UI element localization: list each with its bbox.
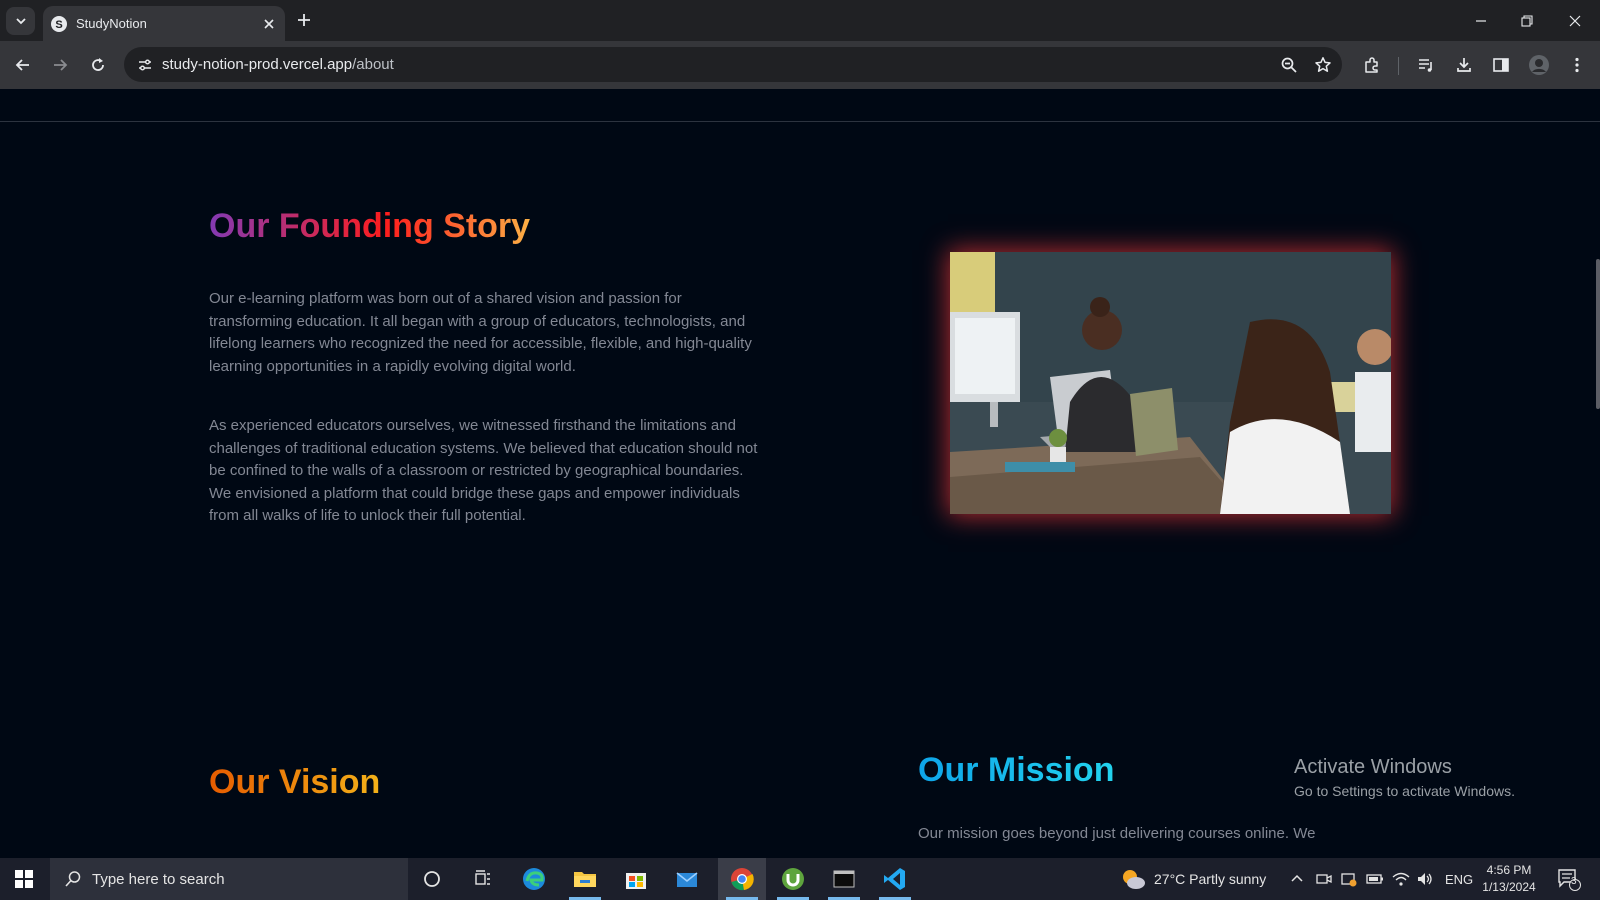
tray-meet-icon[interactable] (1316, 858, 1332, 900)
back-button[interactable] (9, 51, 37, 79)
taskbar-file-explorer[interactable] (561, 858, 609, 900)
page-scrollbar[interactable] (1596, 259, 1600, 409)
taskbar-store[interactable] (612, 858, 660, 900)
tray-overflow-chevron[interactable] (1290, 858, 1304, 900)
weather-text: 27°C Partly sunny (1154, 871, 1267, 887)
mission-paragraph: Our mission goes beyond just delivering … (918, 825, 1316, 842)
edge-icon (523, 868, 545, 890)
url-text: study-notion-prod.vercel.app/about (162, 56, 1274, 73)
system-clock[interactable]: 4:56 PM 1/13/2024 (1472, 862, 1546, 896)
taskbar-search-box[interactable]: Type here to search (50, 858, 408, 900)
founding-story-image (950, 252, 1391, 514)
site-info-icon[interactable] (134, 54, 156, 76)
address-bar[interactable]: study-notion-prod.vercel.app/about (124, 47, 1342, 82)
bookmark-star-icon[interactable] (1308, 50, 1338, 80)
close-icon (1569, 15, 1581, 26)
about-page: Our Founding Story Our e-learning platfo… (0, 89, 1600, 858)
side-panel-icon[interactable] (1487, 51, 1515, 79)
svg-text:S: S (55, 19, 62, 30)
clock-time: 4:56 PM (1486, 863, 1532, 877)
partly-sunny-icon (1123, 870, 1145, 889)
wifi-icon[interactable] (1392, 858, 1410, 900)
close-window-button[interactable] (1552, 0, 1598, 41)
taskbar-vscode[interactable] (871, 858, 919, 900)
search-icon (65, 871, 81, 887)
download-icon[interactable] (1450, 51, 1478, 79)
chevron-up-icon (1291, 874, 1303, 882)
taskbar-terminal[interactable] (820, 858, 868, 900)
browser-toolbar: study-notion-prod.vercel.app/about (0, 41, 1600, 89)
chrome-icon (731, 868, 754, 891)
toolbar-separator (1398, 57, 1399, 75)
founding-story-title: Our Founding Story (209, 207, 531, 245)
taskbar-edge[interactable] (510, 858, 558, 900)
founding-paragraph-2: As experienced educators ourselves, we w… (209, 417, 758, 524)
studynotion-favicon-icon: S (51, 15, 67, 32)
taskbar-mail[interactable] (663, 858, 711, 900)
url-host: study-notion-prod.vercel.app (162, 56, 353, 73)
vscode-icon (884, 868, 905, 890)
activate-windows-heading: Activate Windows (1294, 756, 1452, 778)
chevron-down-icon (15, 18, 26, 25)
notification-icon (1558, 869, 1581, 891)
url-path: /about (352, 56, 394, 73)
clock-date: 1/13/2024 (1482, 880, 1536, 894)
volume-icon[interactable] (1416, 858, 1434, 900)
weather-widget[interactable]: 27°C Partly sunny (1120, 858, 1266, 900)
browser-tab-bar: S StudyNotion (0, 0, 1600, 41)
battery-icon[interactable] (1366, 858, 1384, 900)
cortana-circle-icon (424, 871, 440, 887)
task-view-icon (475, 870, 490, 885)
terminal-icon (833, 870, 855, 888)
forward-button[interactable] (46, 51, 74, 79)
vision-title: Our Vision (209, 763, 381, 801)
arrow-right-icon (54, 59, 68, 71)
task-view-button[interactable] (459, 858, 507, 900)
extensions-icon[interactable] (1358, 51, 1386, 79)
mission-title: Our Mission (918, 751, 1115, 789)
mail-icon (676, 872, 698, 887)
taskbar-search-placeholder: Type here to search (92, 870, 225, 888)
restore-button[interactable] (1504, 0, 1550, 41)
media-controls-icon[interactable] (1412, 51, 1440, 79)
tray-update-icon[interactable] (1341, 858, 1357, 900)
activate-windows-watermark: Activate Windows Go to Settings to activ… (1294, 756, 1515, 799)
tab-search-button[interactable] (6, 7, 35, 35)
store-icon (626, 873, 646, 889)
profile-avatar[interactable] (1525, 51, 1553, 79)
browser-tab-active[interactable]: S StudyNotion (43, 6, 285, 41)
reload-icon (92, 58, 104, 71)
language-indicator[interactable]: ENG (1445, 858, 1473, 900)
cortana-button[interactable] (408, 858, 456, 900)
start-button[interactable] (0, 858, 48, 900)
founding-paragraph-1: Our e-learning platform was born out of … (209, 290, 752, 375)
windows-logo-icon (15, 870, 33, 888)
taskbar-chrome[interactable] (718, 858, 766, 900)
notification-badge: 3 (1571, 876, 1577, 887)
menu-kebab-icon[interactable] (1563, 51, 1591, 79)
minimize-button[interactable] (1458, 0, 1504, 41)
taskbar-utorrent[interactable] (769, 858, 817, 900)
tab-close-icon[interactable] (263, 18, 275, 30)
reload-button[interactable] (84, 51, 112, 79)
windows-taskbar: Type here to search 27°C Partly sunny EN… (0, 858, 1600, 900)
minimize-icon (1476, 19, 1486, 22)
zoom-icon[interactable] (1274, 50, 1304, 80)
activate-windows-subtext: Go to Settings to activate Windows. (1294, 783, 1515, 799)
folder-icon (574, 872, 596, 887)
tab-title: StudyNotion (76, 16, 147, 31)
arrow-left-icon (15, 59, 29, 71)
notification-center-button[interactable]: 3 (1556, 858, 1582, 900)
restore-icon (1521, 14, 1533, 27)
utorrent-icon (782, 868, 804, 890)
plus-icon (298, 14, 310, 26)
new-tab-button[interactable] (294, 10, 314, 30)
section-divider (0, 121, 1600, 122)
